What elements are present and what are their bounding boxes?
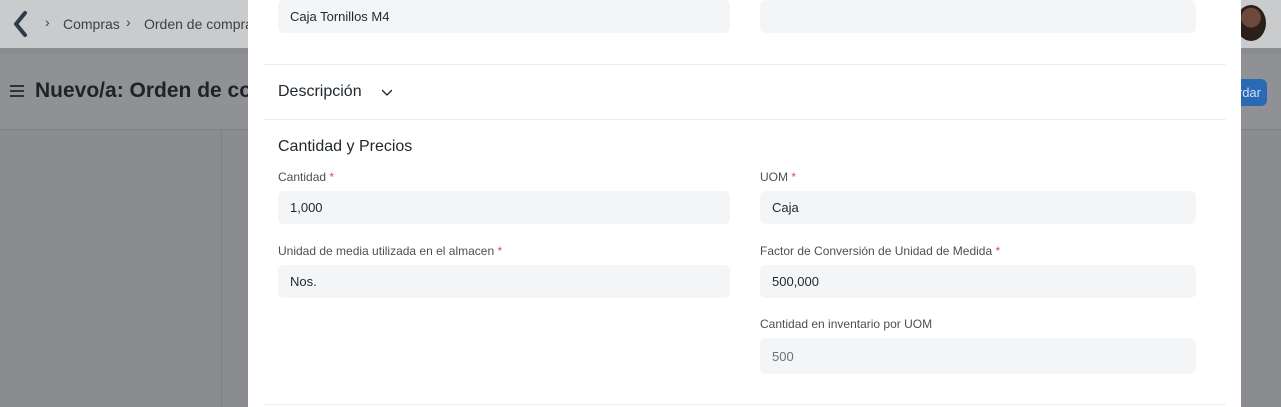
stock-uom-label-text: Unidad de media utilizada en el almacen <box>278 244 495 258</box>
conversion-factor-value: 500,000 <box>772 274 819 289</box>
required-marker: * <box>995 244 1001 258</box>
item-name-field[interactable]: Caja Tornillos M4 <box>278 0 730 33</box>
chevron-down-icon[interactable] <box>381 88 393 98</box>
conversion-factor-input[interactable]: 500,000 <box>760 265 1196 298</box>
section-divider <box>264 64 1226 65</box>
required-marker: * <box>497 244 503 258</box>
cantidad-input[interactable]: 1,000 <box>278 191 730 224</box>
breadcrumb-chevron-icon: › <box>126 14 131 30</box>
breadcrumb-item-compras[interactable]: Compras <box>63 16 120 32</box>
item-name-value: Caja Tornillos M4 <box>290 9 390 24</box>
breadcrumb-chevron-icon: › <box>45 14 50 30</box>
stock-qty-field: 500 <box>760 338 1196 374</box>
stock-uom-label: Unidad de media utilizada en el almacen … <box>278 244 502 258</box>
app-logo-icon[interactable] <box>10 9 32 39</box>
conversion-factor-label: Factor de Conversión de Unidad de Medida… <box>760 244 1000 258</box>
required-marker: * <box>791 170 797 184</box>
section-divider <box>264 119 1226 120</box>
item-edit-modal: Caja Tornillos M4 Descripción Cantidad y… <box>248 0 1241 407</box>
qty-section-title: Cantidad y Precios <box>278 138 413 155</box>
cantidad-label: Cantidad * <box>278 170 334 184</box>
uom-value: Caja <box>772 200 799 215</box>
cantidad-value: 1,000 <box>290 200 323 215</box>
uom-label-text: UOM <box>760 170 788 184</box>
uom-label: UOM * <box>760 170 796 184</box>
required-marker: * <box>329 170 335 184</box>
stock-uom-input[interactable]: Nos. <box>278 265 730 298</box>
stock-qty-label: Cantidad en inventario por UOM <box>760 317 933 331</box>
section-divider <box>264 404 1226 405</box>
breadcrumb-item-orden[interactable]: Orden de compra <box>144 16 253 32</box>
item-right-field[interactable] <box>760 0 1196 33</box>
cantidad-label-text: Cantidad <box>278 170 327 184</box>
sidebar-divider <box>221 130 222 407</box>
uom-input[interactable]: Caja <box>760 191 1196 224</box>
stock-qty-value: 500 <box>772 348 794 364</box>
description-section-toggle[interactable]: Descripción <box>278 83 362 101</box>
stock-uom-value: Nos. <box>290 274 317 289</box>
conversion-factor-label-text: Factor de Conversión de Unidad de Medida <box>760 244 993 258</box>
hamburger-icon[interactable] <box>10 85 24 97</box>
